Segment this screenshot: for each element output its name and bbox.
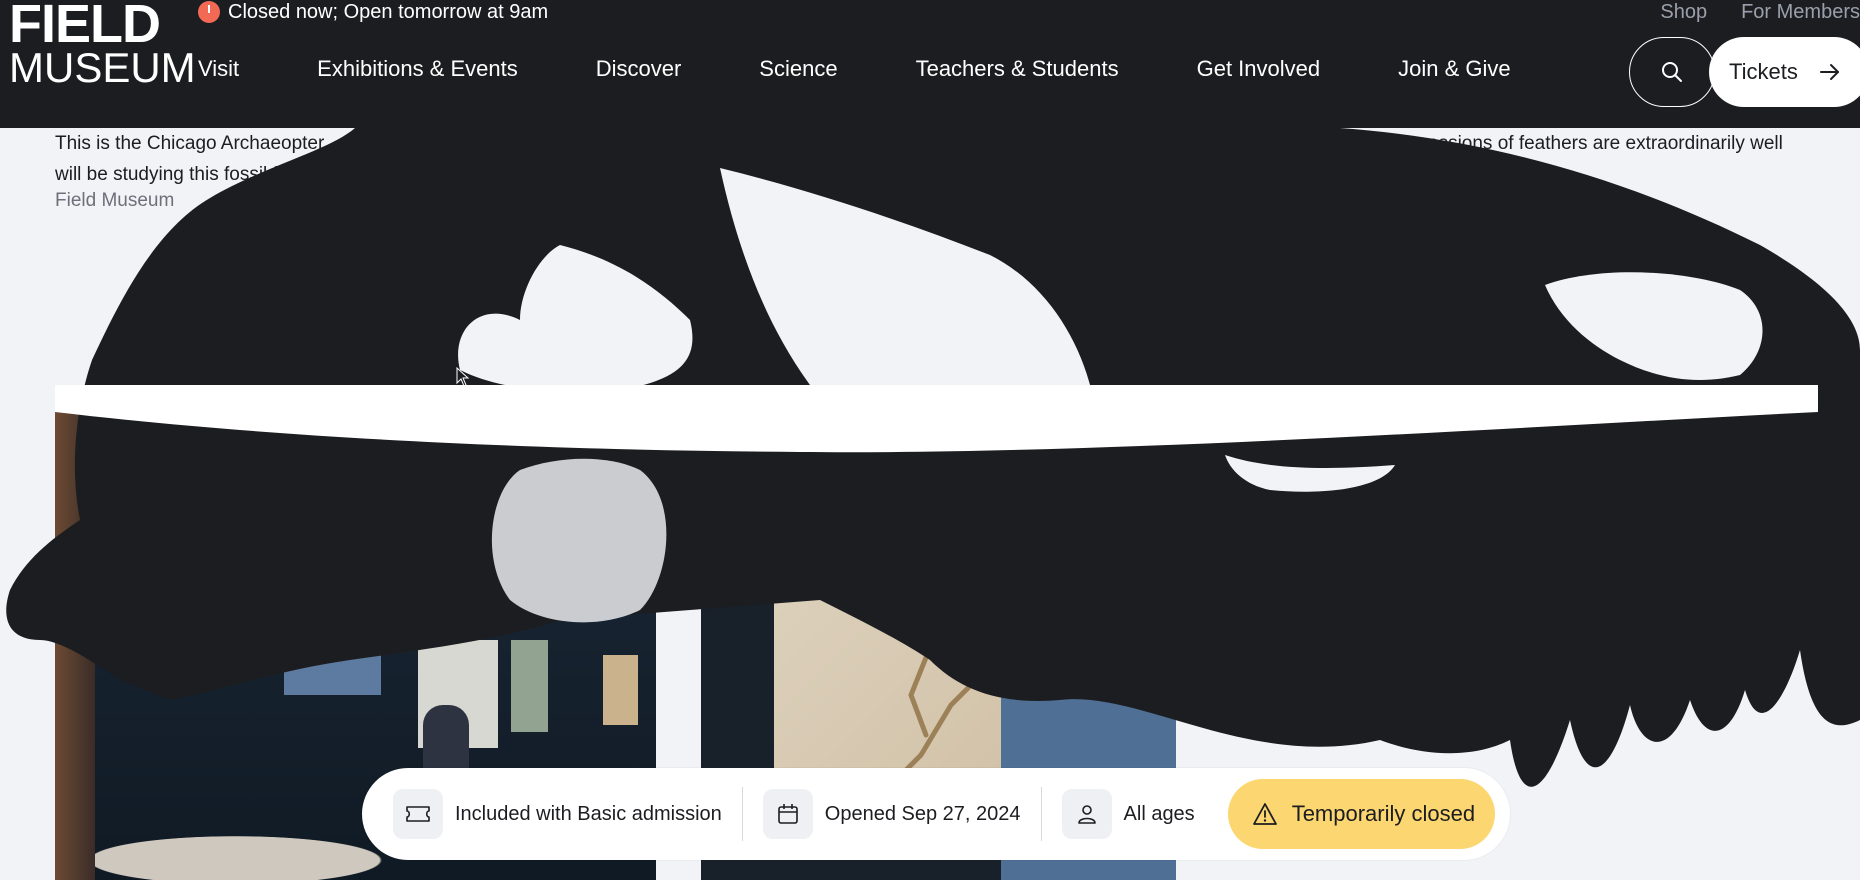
field-museum-logo[interactable]: FIELD MUSEUM bbox=[9, 0, 196, 89]
admission-info: Included with Basic admission bbox=[393, 789, 722, 839]
hours-status-text: Closed now; Open tomorrow at 9am bbox=[228, 0, 549, 23]
image-caption: This is the Chicago Archaeopter Impressi… bbox=[55, 128, 1835, 190]
archaeopteryx-fossil bbox=[882, 596, 994, 778]
nav-discover[interactable]: Discover bbox=[596, 56, 682, 82]
photo-edge bbox=[55, 385, 95, 880]
search-icon bbox=[1662, 62, 1682, 82]
ages-text: All ages bbox=[1123, 802, 1195, 825]
display-panel bbox=[284, 641, 381, 695]
ages-info: All ages bbox=[1061, 789, 1195, 839]
ticket-icon bbox=[393, 789, 443, 839]
tickets-label: Tickets bbox=[1729, 59, 1798, 84]
shop-link[interactable]: Shop bbox=[1660, 1, 1707, 24]
photo-credit: Field Museum bbox=[55, 190, 175, 211]
temporarily-closed-text: Temporarily closed bbox=[1291, 801, 1476, 826]
logo-line-2: MUSEUM bbox=[9, 44, 196, 91]
info-divider bbox=[741, 787, 743, 841]
visitor-face bbox=[1019, 465, 1123, 583]
person-icon bbox=[1061, 789, 1112, 839]
nav-teachers-students[interactable]: Teachers & Students bbox=[916, 56, 1119, 82]
nav-science[interactable]: Science bbox=[759, 56, 837, 82]
exhibition-info-bar: Included with Basic admission Opened Sep… bbox=[362, 768, 1510, 860]
mouse-cursor-icon bbox=[456, 367, 470, 387]
calendar-icon bbox=[762, 789, 813, 839]
temporarily-closed-badge: Temporarily closed bbox=[1227, 779, 1496, 849]
text-panel bbox=[511, 640, 548, 732]
admission-text: Included with Basic admission bbox=[455, 802, 722, 825]
site-header: FIELD MUSEUM Closed now; Open tomorrow a… bbox=[0, 0, 1860, 128]
nav-visit[interactable]: Visit bbox=[198, 56, 239, 82]
tickets-button[interactable]: Tickets bbox=[1709, 37, 1860, 107]
opened-date-text: Opened Sep 27, 2024 bbox=[824, 802, 1021, 825]
main-nav: Visit Exhibitions & Events Discover Scie… bbox=[198, 56, 1511, 82]
nav-join-give[interactable]: Join & Give bbox=[1398, 56, 1511, 82]
hours-status: Closed now; Open tomorrow at 9am bbox=[198, 0, 548, 24]
display-case bbox=[603, 655, 638, 725]
clock-icon bbox=[198, 1, 220, 23]
warning-icon bbox=[1252, 803, 1277, 825]
nav-get-involved[interactable]: Get Involved bbox=[1197, 56, 1321, 82]
caption-line-1-end: Impressions of feathers are extraordinar… bbox=[1390, 133, 1783, 154]
caption-line-1-start: This is the Chicago Archaeopter bbox=[55, 133, 325, 154]
mural-screen bbox=[257, 438, 656, 588]
utility-nav: Shop For Members bbox=[1660, 0, 1860, 24]
nav-exhibitions-events[interactable]: Exhibitions & Events bbox=[317, 56, 518, 82]
carousel-handle[interactable] bbox=[1847, 436, 1860, 478]
search-button[interactable] bbox=[1629, 37, 1715, 107]
for-members-link[interactable]: For Members bbox=[1741, 1, 1860, 24]
arrow-right-icon bbox=[1819, 64, 1839, 80]
info-divider bbox=[1040, 787, 1042, 841]
caption-line-2: will be studying this fossil f bbox=[55, 164, 278, 185]
opened-info: Opened Sep 27, 2024 bbox=[762, 789, 1021, 839]
caption-line-1: This is the Chicago Archaeopter Impressi… bbox=[55, 128, 1835, 159]
